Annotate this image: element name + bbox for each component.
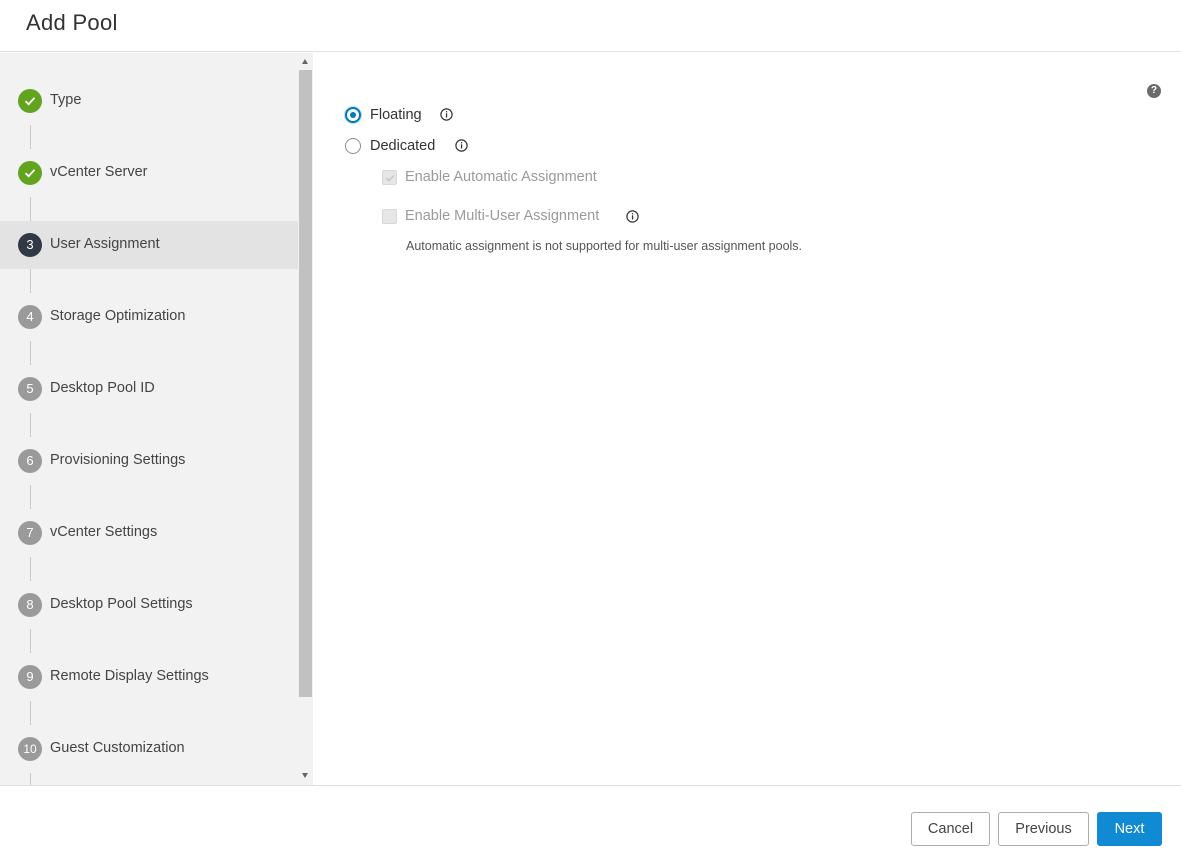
step-connector bbox=[30, 701, 31, 725]
step-number: 9 bbox=[18, 665, 42, 689]
dedicated-option[interactable]: Dedicated bbox=[343, 135, 453, 157]
step-connector bbox=[30, 557, 31, 581]
scroll-up-arrow-icon[interactable] bbox=[302, 59, 308, 64]
info-icon[interactable] bbox=[455, 139, 468, 152]
step-number: 7 bbox=[18, 521, 42, 545]
step-remote-display-settings[interactable]: 9 Remote Display Settings bbox=[0, 653, 298, 701]
step-label: Desktop Pool ID bbox=[50, 380, 155, 396]
step-number: 10 bbox=[18, 737, 42, 761]
step-storage-optimization[interactable]: 4 Storage Optimization bbox=[0, 293, 298, 341]
step-type[interactable]: Type bbox=[0, 77, 298, 125]
multi-user-hint: Automatic assignment is not supported fo… bbox=[406, 239, 803, 253]
step-connector bbox=[30, 485, 31, 509]
step-guest-customization[interactable]: 10 Guest Customization bbox=[0, 725, 298, 773]
check-icon bbox=[385, 175, 395, 182]
step-connector bbox=[30, 413, 31, 437]
scrollbar-thumb[interactable] bbox=[299, 70, 312, 697]
step-label: Type bbox=[50, 92, 82, 108]
next-button[interactable]: Next bbox=[1097, 812, 1162, 846]
auto-assign-label: Enable Automatic Assignment bbox=[405, 169, 597, 185]
dedicated-label: Dedicated bbox=[370, 138, 436, 154]
step-label: Remote Display Settings bbox=[50, 668, 209, 684]
wizard-content: ? Floating Dedicated Enable Automatic As… bbox=[313, 53, 1181, 785]
sidebar-scrollbar[interactable] bbox=[298, 53, 313, 785]
step-number: 8 bbox=[18, 593, 42, 617]
dedicated-radio[interactable] bbox=[345, 138, 361, 154]
step-connector bbox=[30, 269, 31, 293]
step-label: vCenter Server bbox=[50, 164, 148, 180]
floating-label: Floating bbox=[370, 107, 422, 123]
step-vcenter-server[interactable]: vCenter Server bbox=[0, 149, 298, 197]
step-number: 5 bbox=[18, 377, 42, 401]
step-connector bbox=[30, 629, 31, 653]
step-number: 6 bbox=[18, 449, 42, 473]
step-number: 4 bbox=[18, 305, 42, 329]
check-icon bbox=[18, 161, 42, 185]
floating-option[interactable]: Floating bbox=[343, 104, 443, 126]
wizard-footer: Cancel Previous Next bbox=[0, 785, 1181, 858]
step-connector bbox=[30, 773, 31, 785]
step-connector bbox=[30, 125, 31, 149]
auto-assign-checkbox[interactable] bbox=[382, 170, 397, 185]
step-provisioning-settings[interactable]: 6 Provisioning Settings bbox=[0, 437, 298, 485]
step-connector bbox=[30, 197, 31, 221]
step-label: Provisioning Settings bbox=[50, 452, 186, 468]
dialog-header: Add Pool bbox=[0, 0, 1181, 52]
step-desktop-pool-settings[interactable]: 8 Desktop Pool Settings bbox=[0, 581, 298, 629]
scroll-down-arrow-icon[interactable] bbox=[302, 773, 308, 778]
cancel-button[interactable]: Cancel bbox=[911, 812, 990, 846]
question-circle-icon[interactable]: ? bbox=[1147, 84, 1161, 98]
previous-button[interactable]: Previous bbox=[998, 812, 1089, 846]
check-icon bbox=[18, 89, 42, 113]
step-desktop-pool-id[interactable]: 5 Desktop Pool ID bbox=[0, 365, 298, 413]
step-label: User Assignment bbox=[50, 236, 160, 252]
step-label: vCenter Settings bbox=[50, 524, 158, 540]
info-icon[interactable] bbox=[626, 210, 639, 223]
auto-assign-option[interactable]: Enable Automatic Assignment bbox=[382, 168, 622, 188]
multi-user-label: Enable Multi-User Assignment bbox=[405, 208, 600, 224]
step-number: 3 bbox=[18, 233, 42, 257]
multi-user-checkbox[interactable] bbox=[382, 209, 397, 224]
step-label: Desktop Pool Settings bbox=[50, 596, 193, 612]
step-vcenter-settings[interactable]: 7 vCenter Settings bbox=[0, 509, 298, 557]
multi-user-option[interactable]: Enable Multi-User Assignment bbox=[382, 207, 622, 227]
step-user-assignment[interactable]: 3 User Assignment bbox=[0, 221, 298, 269]
info-icon[interactable] bbox=[440, 108, 453, 121]
floating-radio[interactable] bbox=[345, 107, 361, 123]
wizard-sidebar: Type vCenter Server 3 User Assignment 4 … bbox=[0, 53, 313, 785]
dialog-title: Add Pool bbox=[26, 10, 118, 35]
step-label: Guest Customization bbox=[50, 740, 185, 756]
step-label: Storage Optimization bbox=[50, 308, 186, 324]
step-connector bbox=[30, 341, 31, 365]
